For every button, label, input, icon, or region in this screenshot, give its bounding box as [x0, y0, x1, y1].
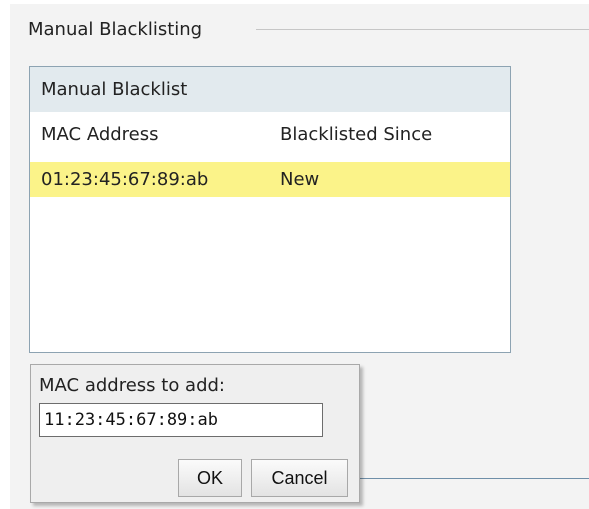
fieldset-legend: Manual Blacklisting [28, 19, 203, 40]
table-title: Manual Blacklist [41, 79, 188, 100]
mac-address-cell: 01:23:45:67:89:ab [41, 169, 209, 190]
blacklisted-since-cell: New [280, 169, 320, 190]
mac-address-input[interactable] [39, 403, 323, 437]
column-header-blacklisted-since[interactable]: Blacklisted Since [280, 124, 432, 146]
section-divider [356, 478, 589, 479]
manual-blacklisting-screen: Manual Blacklisting Manual Blacklist MAC… [0, 0, 589, 509]
cancel-button[interactable]: Cancel [251, 459, 348, 497]
add-mac-dialog: MAC address to add: OK Cancel [30, 364, 360, 503]
add-mac-label: MAC address to add: [39, 375, 225, 396]
table-row[interactable]: 01:23:45:67:89:ab New [30, 162, 510, 197]
fieldset-divider [256, 29, 589, 30]
column-header-mac-address[interactable]: MAC Address [41, 124, 159, 146]
ok-button[interactable]: OK [178, 459, 242, 497]
table-title-bar: Manual Blacklist [30, 67, 510, 112]
manual-blacklist-table: Manual Blacklist MAC Address Blacklisted… [29, 66, 511, 353]
